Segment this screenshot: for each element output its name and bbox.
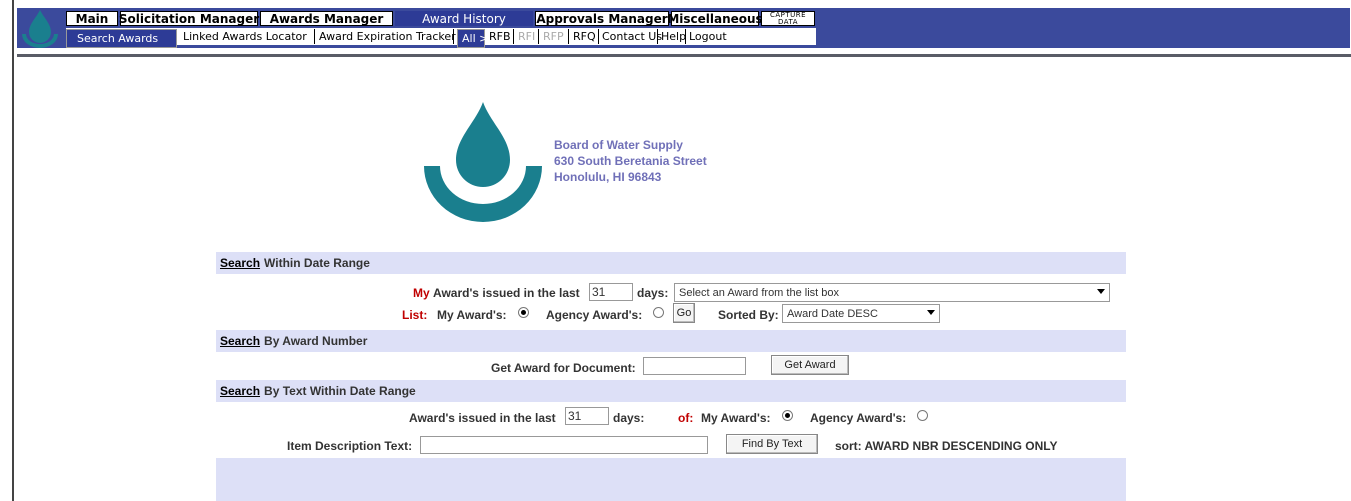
org-street: 630 South Beretania Street <box>554 154 707 168</box>
subnav-rfq[interactable]: RFQ <box>571 29 599 44</box>
get-award-button[interactable]: Get Award <box>771 355 849 375</box>
award-select-value: Select an Award from the list box <box>679 286 839 299</box>
capture-label-line2: DATA <box>777 17 799 26</box>
go-button[interactable]: Go <box>673 303 695 323</box>
text-my-awards-radio[interactable] <box>782 410 793 421</box>
chevron-down-icon <box>1097 289 1105 294</box>
award-select[interactable]: Select an Award from the list box <box>674 283 1110 302</box>
text-issued-label: Award's issued in the last <box>409 411 556 425</box>
tab-solicitation-manager[interactable]: Solicitation Manager <box>119 11 259 26</box>
subnav-linked-awards-locator[interactable]: Linked Awards Locator <box>181 29 315 44</box>
text-my-awards-label: My Award's: <box>701 411 771 425</box>
text-days-label: days: <box>613 411 645 425</box>
text-search-header: Search By Text Within Date Range <box>216 380 1126 402</box>
left-border <box>12 0 14 501</box>
item-description-input[interactable] <box>420 436 708 454</box>
agency-awards-radio[interactable] <box>653 307 664 318</box>
document-input[interactable] <box>643 357 746 375</box>
subnav-all[interactable]: All > <box>457 29 488 48</box>
text-days-input[interactable]: 31 <box>565 407 609 425</box>
tab-award-history[interactable]: Award History <box>395 11 533 26</box>
text-agency-awards-radio[interactable] <box>917 410 928 421</box>
subnav-search-awards[interactable]: Search Awards <box>66 29 177 48</box>
subnav-rfb[interactable]: RFB <box>487 29 514 44</box>
award-number-header-text: By Award Number <box>264 334 368 348</box>
document-label: Get Award for Document: <box>491 361 636 375</box>
date-range-header-text: Within Date Range <box>264 256 370 270</box>
tab-awards-manager[interactable]: Awards Manager <box>260 11 393 26</box>
find-by-text-button[interactable]: Find By Text <box>726 434 818 454</box>
search-link[interactable]: Search <box>220 384 260 398</box>
tab-approvals-manager[interactable]: Approvals Manager <box>535 11 669 26</box>
item-description-label: Item Description Text: <box>287 439 413 453</box>
sort-select-value: Award Date DESC <box>787 307 878 320</box>
date-range-header: Search Within Date Range <box>216 252 1126 274</box>
org-city: Honolulu, HI 96843 <box>554 170 662 184</box>
issued-label: Award's issued in the last <box>433 286 580 300</box>
org-name: Board of Water Supply <box>554 138 683 152</box>
sort-select[interactable]: Award Date DESC <box>782 304 940 323</box>
water-drop-logo-small <box>22 10 58 48</box>
banner-divider <box>17 54 1351 57</box>
search-link[interactable]: Search <box>220 334 260 348</box>
of-label: of: <box>678 411 694 425</box>
sorted-by-label: Sorted By: <box>718 308 779 322</box>
days-label: days: <box>637 286 669 300</box>
capture-data-button[interactable]: CAPTURE DATA <box>761 11 815 26</box>
subnav-award-expiration-tracker[interactable]: Award Expiration Tracker <box>317 29 456 44</box>
search-link[interactable]: Search <box>220 256 260 270</box>
subnav-help[interactable]: Help <box>659 29 686 44</box>
my-awards-label: My Award's: <box>437 308 507 322</box>
subnav-contact-us[interactable]: Contact Us <box>600 29 662 44</box>
subnav-rfp: RFP <box>541 29 569 44</box>
text-search-header-text: By Text Within Date Range <box>264 384 416 398</box>
water-drop-logo <box>424 102 542 222</box>
agency-awards-label: Agency Award's: <box>546 308 643 322</box>
footer-panel <box>216 458 1126 501</box>
award-number-header: Search By Award Number <box>216 330 1126 352</box>
sort-note: sort: AWARD NBR DESCENDING ONLY <box>835 439 1058 453</box>
subnav-logout[interactable]: Logout <box>687 29 729 44</box>
my-prefix: My <box>413 286 430 300</box>
days-input[interactable]: 31 <box>589 283 633 301</box>
tab-main[interactable]: Main <box>66 11 118 26</box>
text-agency-awards-label: Agency Award's: <box>810 411 907 425</box>
subnav-rfi: RFI <box>516 29 539 44</box>
list-label: List: <box>402 308 428 322</box>
my-awards-radio[interactable] <box>518 307 529 318</box>
chevron-down-icon <box>927 310 935 315</box>
tab-miscellaneous[interactable]: Miscellaneous <box>667 11 763 26</box>
